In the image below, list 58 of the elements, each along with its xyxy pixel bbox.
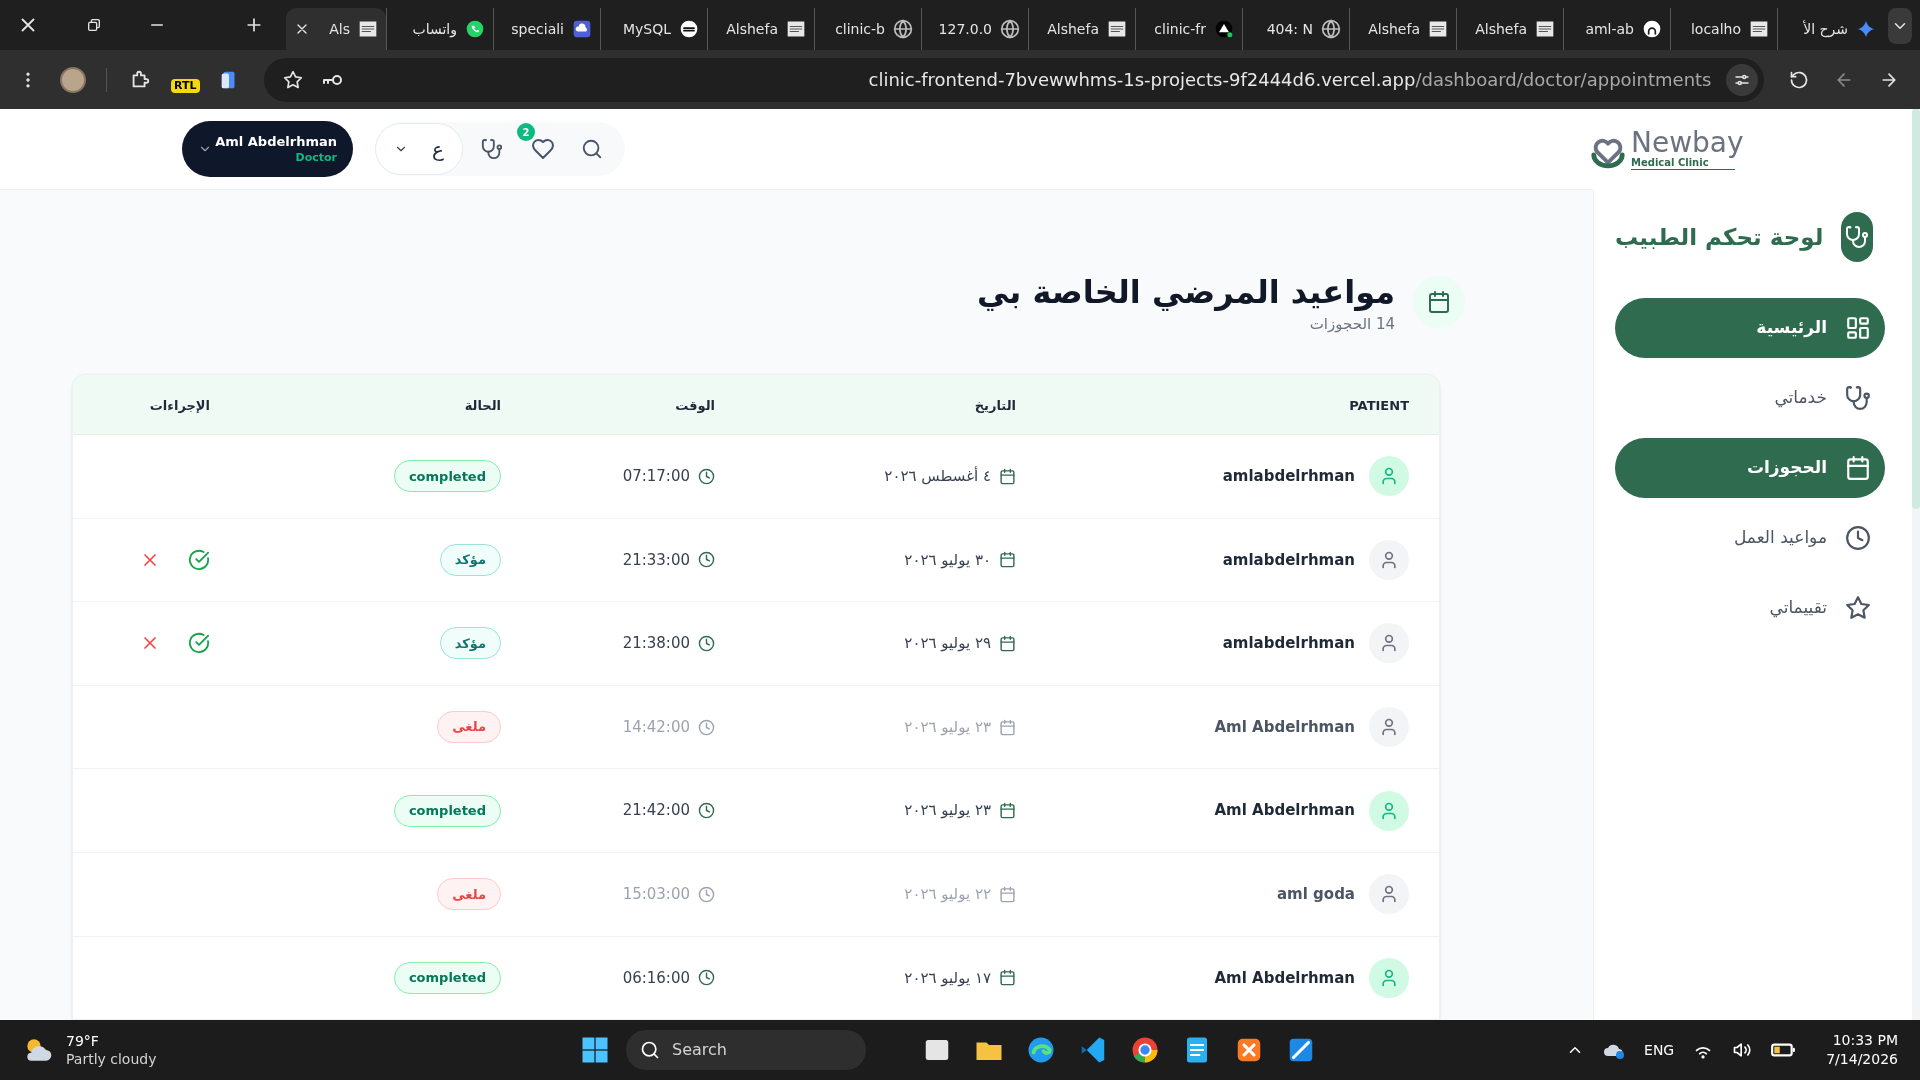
patient-name: Aml Abdelrhman [1214, 716, 1355, 738]
status-badge: مؤكد [439, 627, 501, 660]
sidebar-item[interactable]: الحجوزات [1615, 438, 1885, 498]
appointment-time: 06:16:00 [622, 967, 690, 989]
sidebar-title: لوحة تحكم الطبيب [1615, 222, 1824, 253]
appointment-date: ٢٩ يوليو ٢٠٢٦ [904, 633, 991, 655]
browser-tab[interactable]: Als [286, 8, 386, 50]
page-subtitle: 14 الحجوزات [1309, 314, 1395, 334]
appointment-time: 21:33:00 [622, 549, 690, 571]
patient-name: amlabdelrhman [1222, 466, 1355, 488]
appointment-date: ١٧ يوليو ٢٠٢٦ [904, 967, 991, 989]
column-header: الإجراءات [149, 397, 210, 413]
appointment-time: 21:42:00 [622, 800, 690, 822]
appointment-date: ٢٣ يوليو ٢٠٢٦ [904, 800, 991, 822]
appointment-date: ٣٠ يوليو ٢٠٢٦ [904, 549, 991, 571]
appointment-date: ٢٣ يوليو ٢٠٢٦ [904, 716, 991, 738]
logo-text: Newbay [1631, 129, 1744, 157]
status-badge: مؤكد [439, 543, 501, 576]
status-badge: completed [393, 794, 501, 827]
sidebar-item[interactable]: مواعيد العمل [1615, 508, 1885, 568]
search-field[interactable]: Search [626, 1030, 866, 1070]
url-text: clinic-frontend-7bvewwhms-1s-projects-9f2444d6.vercel.app/dashboard/doctor/appointments [868, 68, 1712, 92]
status-badge: completed [393, 460, 501, 493]
clock-time[interactable]: 10:33 PM [1832, 1031, 1898, 1050]
weather-temperature: 79°F [66, 1032, 100, 1050]
appointment-date: ٤ أغسطس ٢٠٢٦ [884, 465, 991, 488]
user-name: Aml Abdelrhman [215, 132, 337, 150]
column-header: الحالة [464, 397, 501, 413]
logo-tagline: Medical Clinic [1631, 157, 1735, 170]
weather-condition: Partly cloudy [66, 1050, 157, 1068]
page-title: مواعيد المرضي الخاصة بي [976, 272, 1395, 313]
column-header: الوقت [675, 397, 715, 413]
language-selector[interactable]: ع [375, 123, 463, 175]
patient-name: amlabdelrhman [1222, 549, 1355, 571]
patient-name: aml goda [1276, 884, 1355, 905]
address-bar[interactable]: clinic-frontend-7bvewwhms-1s-projects-9f2444d6.vercel.app/dashboard/doctor/appointments [263, 57, 1764, 102]
column-header: التاريخ [974, 397, 1016, 413]
status-badge: ملغى [437, 878, 501, 911]
patient-name: Aml Abdelrhman [1214, 800, 1355, 822]
column-header: PATIENT [1349, 397, 1409, 413]
status-badge: ملغى [437, 711, 501, 744]
user-menu[interactable]: Aml Abdelrhman Doctor [182, 121, 353, 177]
status-badge: completed [393, 961, 501, 994]
sidebar-item[interactable]: تقييماتي [1615, 578, 1885, 638]
extension-badge[interactable]: RTL [171, 78, 200, 93]
patient-name: Aml Abdelrhman [1214, 967, 1355, 989]
appointment-date: ٢٢ يوليو ٢٠٢٦ [904, 884, 991, 905]
user-role: Doctor [295, 149, 337, 166]
sidebar-item[interactable]: خدماتي [1615, 368, 1885, 428]
appointment-time: 15:03:00 [622, 884, 690, 905]
appointment-time: 07:17:00 [622, 466, 690, 488]
clock-date[interactable]: 7/14/2026 [1826, 1050, 1898, 1069]
patient-name: amlabdelrhman [1222, 633, 1355, 655]
appointment-time: 14:42:00 [622, 716, 690, 738]
sidebar-item[interactable]: الرئيسية [1615, 298, 1885, 358]
notification-badge: 2 [517, 123, 535, 141]
appointment-time: 21:38:00 [622, 633, 690, 655]
input-language[interactable]: ENG [1644, 1039, 1675, 1061]
